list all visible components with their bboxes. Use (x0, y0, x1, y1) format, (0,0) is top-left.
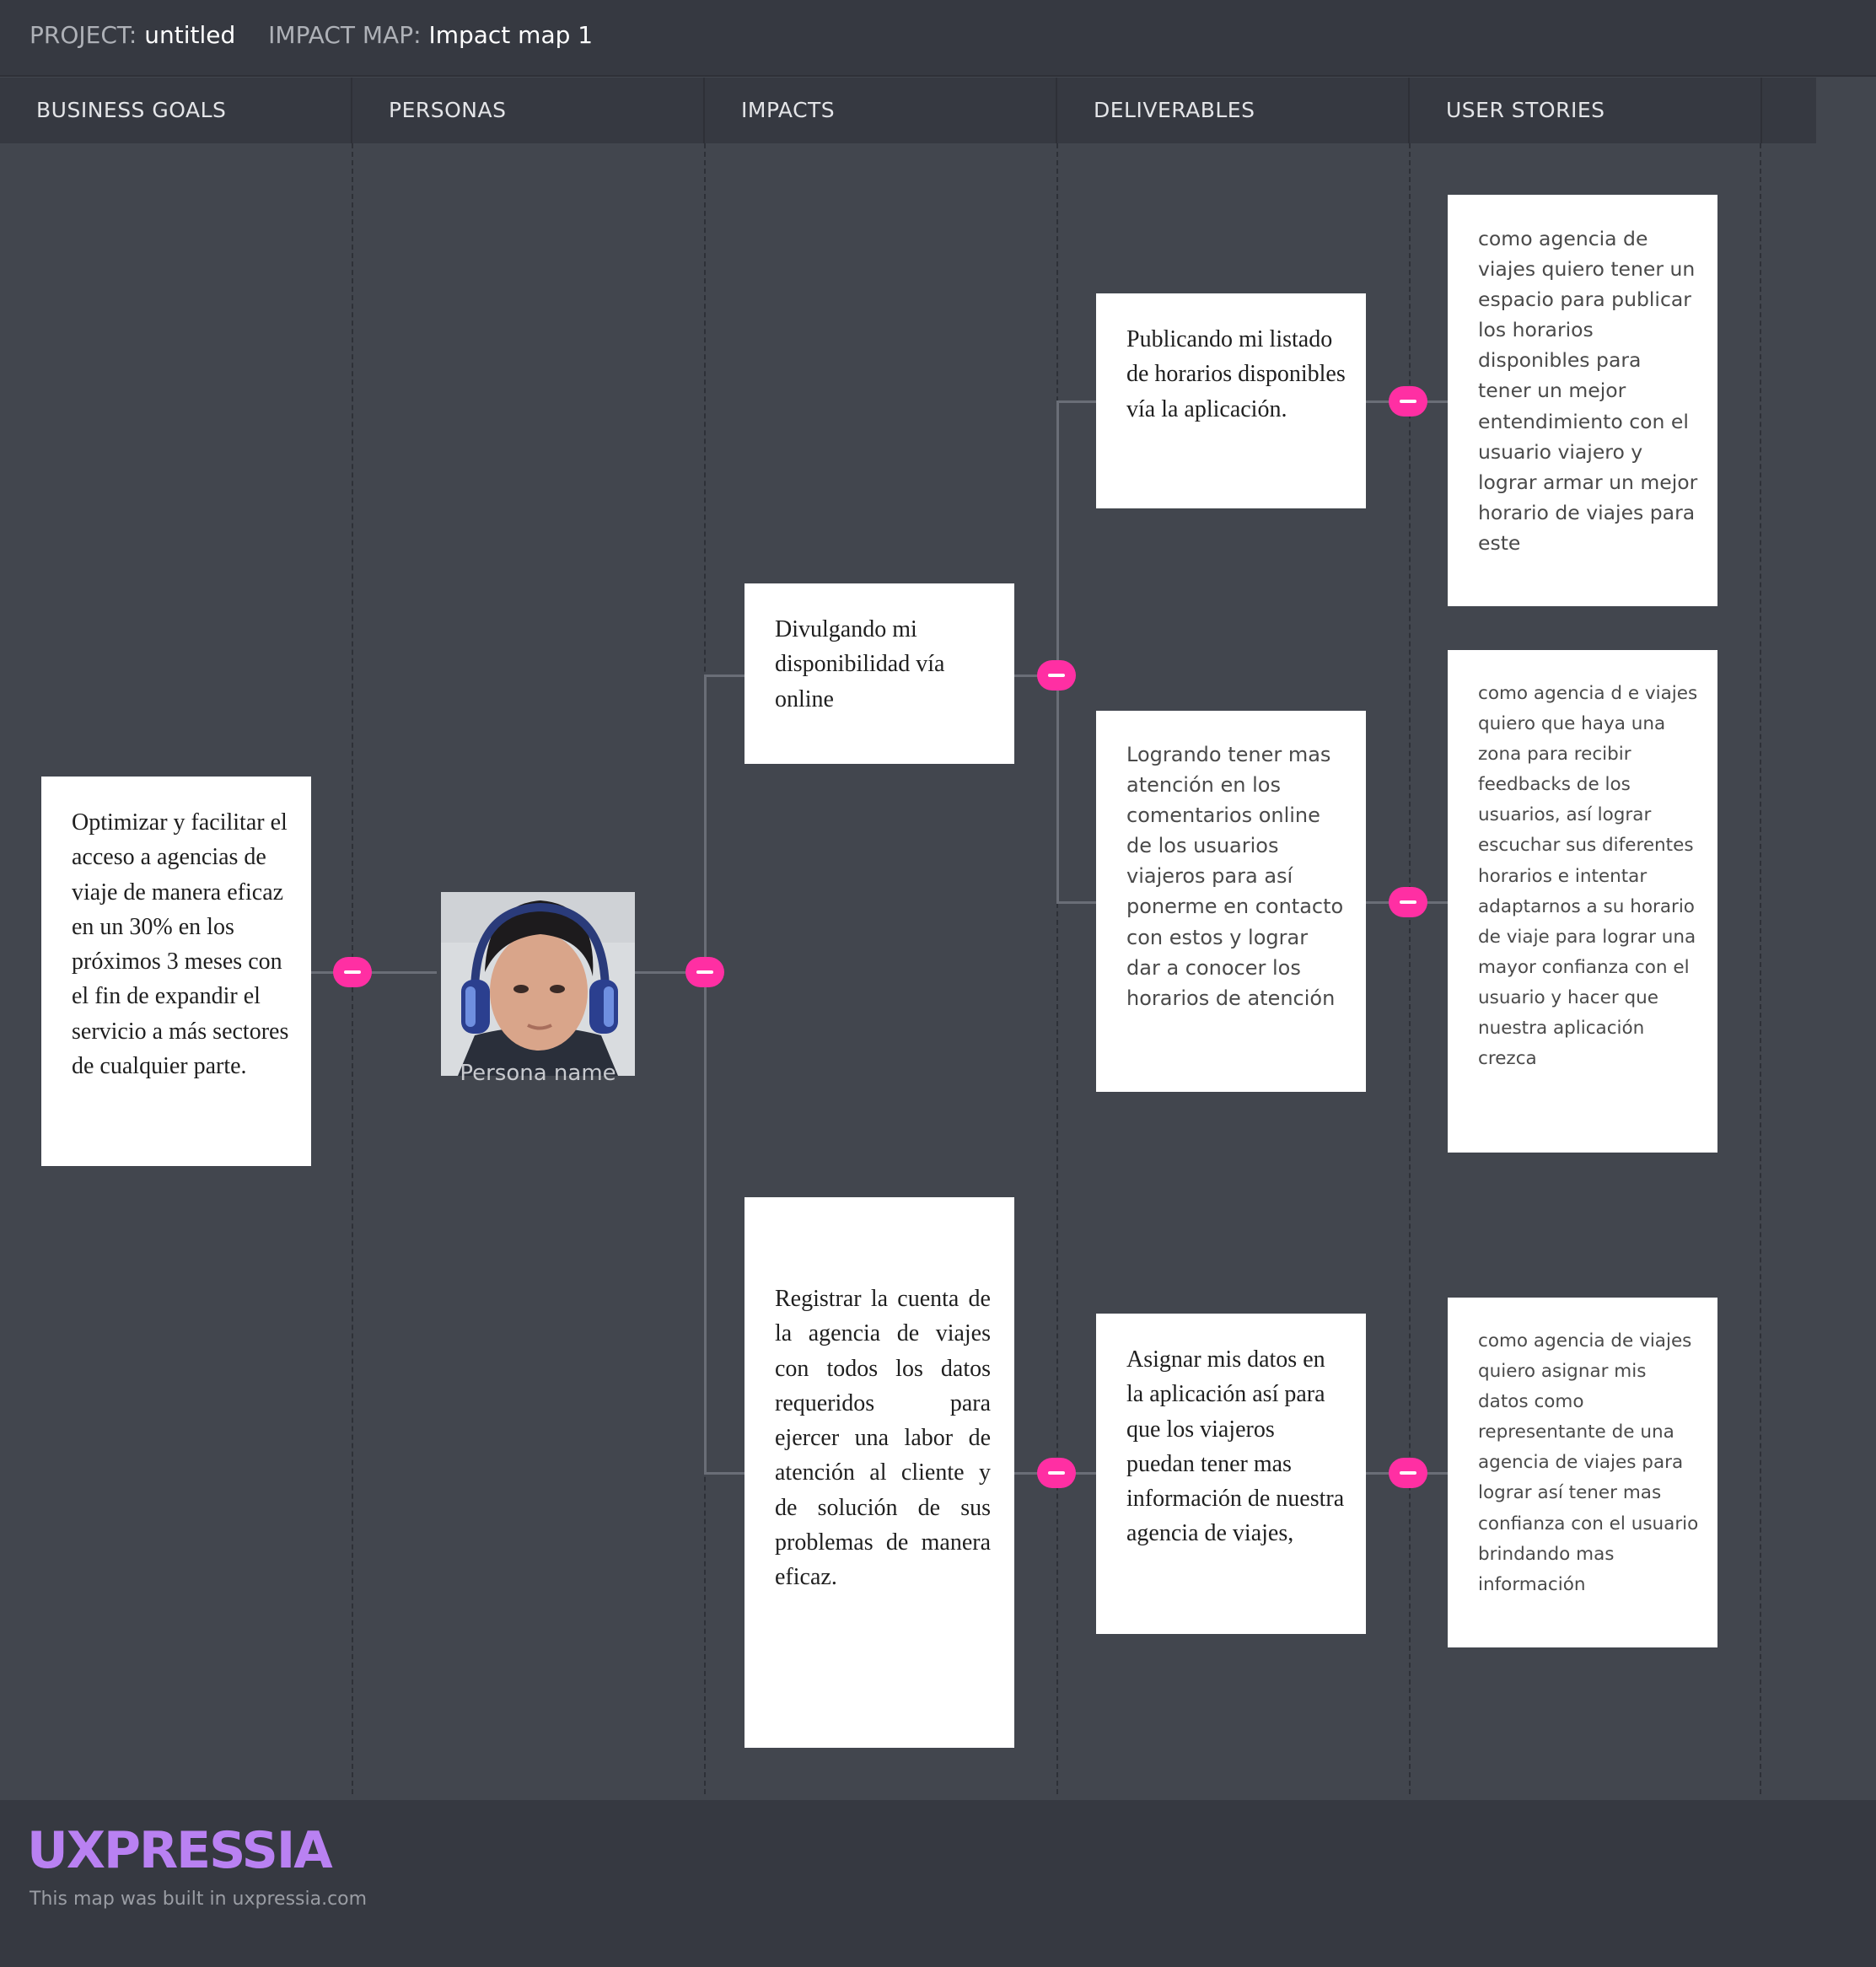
user-story-card[interactable]: como agencia de viajes quiero tener un e… (1448, 195, 1717, 606)
column-deliverables: DELIVERABLES (1057, 78, 1410, 143)
business-goal-text: Optimizar y facilitar el acceso a agenci… (72, 809, 289, 1080)
connector (310, 971, 437, 974)
collapse-node-button[interactable] (333, 957, 372, 987)
deliverable-text: Logrando tener mas atención en los comen… (1126, 743, 1344, 1010)
user-story-text: como agencia de viajes quiero tener un e… (1478, 227, 1698, 555)
footer-tagline: This map was built in uxpressia.com (30, 1889, 368, 1910)
user-story-card[interactable]: como agencia de viajes quiero asignar mi… (1448, 1298, 1717, 1647)
collapse-node-button[interactable] (1389, 1458, 1427, 1488)
user-photo-icon (441, 892, 635, 1076)
connector (704, 674, 746, 677)
deliverable-text: Asignar mis datos en la aplicación así p… (1126, 1346, 1345, 1547)
connector (1056, 901, 1097, 904)
user-story-text: como agencia de viajes quiero asignar mi… (1478, 1330, 1699, 1595)
collapse-node-button[interactable] (1037, 1458, 1076, 1488)
deliverable-text: Publicando mi listado de horarios dispon… (1126, 326, 1346, 422)
persona-name[interactable]: Persona name (441, 1061, 635, 1083)
connector (1056, 400, 1059, 904)
project-name[interactable]: untitled (144, 21, 235, 49)
column-divider (1760, 143, 1761, 1794)
user-story-text: como agencia d e viajes quiero que haya … (1478, 683, 1698, 1070)
deliverable-card[interactable]: Publicando mi listado de horarios dispon… (1096, 293, 1366, 508)
collapse-node-button[interactable] (1389, 386, 1427, 417)
column-business-goals: BUSINESS GOALS (0, 78, 352, 143)
column-personas: PERSONAS (352, 78, 705, 143)
impact-card[interactable]: Divulgando mi disponibilidad vía online (744, 583, 1014, 764)
connector (704, 674, 707, 1475)
impact-map-name[interactable]: Impact map 1 (428, 21, 593, 49)
column-divider (1056, 143, 1058, 1794)
impact-map-label: IMPACT MAP: (268, 21, 422, 49)
deliverable-card[interactable]: Logrando tener mas atención en los comen… (1096, 711, 1366, 1092)
connector (1056, 400, 1097, 403)
collapse-node-button[interactable] (685, 957, 724, 987)
column-user-stories: USER STORIES (1410, 78, 1762, 143)
column-impacts: IMPACTS (705, 78, 1057, 143)
deliverable-card[interactable]: Asignar mis datos en la aplicación así p… (1096, 1314, 1366, 1634)
connector (704, 1472, 746, 1475)
impact-card[interactable]: Registrar la cuenta de la agencia de via… (744, 1197, 1014, 1748)
uxpressia-logo[interactable]: UXPRESSIA (27, 1821, 333, 1880)
business-goal-card[interactable]: Optimizar y facilitar el acceso a agenci… (41, 777, 311, 1166)
impact-text: Registrar la cuenta de la agencia de via… (775, 1286, 991, 1591)
top-bar: PROJECT: untitled IMPACT MAP: Impact map… (0, 0, 1876, 77)
project-breadcrumb: PROJECT: untitled IMPACT MAP: Impact map… (30, 21, 618, 49)
impact-text: Divulgando mi disponibilidad vía online (775, 616, 945, 712)
collapse-node-button[interactable] (1037, 660, 1076, 691)
persona-avatar[interactable] (441, 892, 635, 1076)
project-label: PROJECT: (30, 21, 137, 49)
collapse-node-button[interactable] (1389, 887, 1427, 917)
user-story-card[interactable]: como agencia d e viajes quiero que haya … (1448, 650, 1717, 1153)
